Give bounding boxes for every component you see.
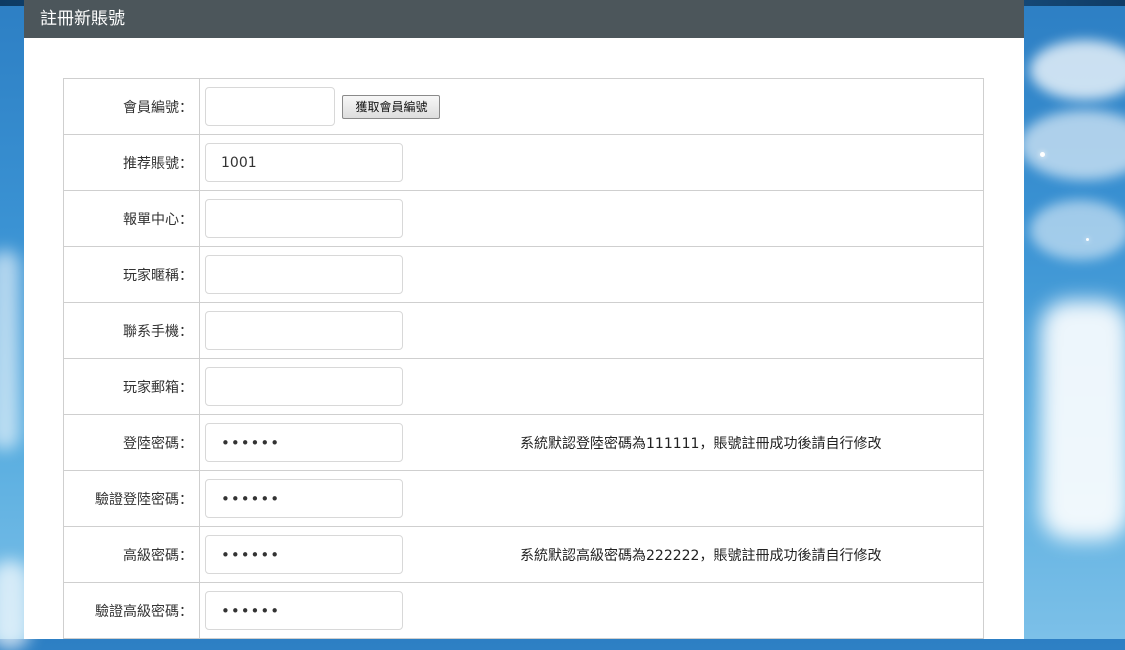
report-center-cell [199, 190, 984, 247]
confirm-advanced-password-label: 驗證高級密碼： [63, 582, 200, 639]
background-cloud [1030, 200, 1125, 260]
background-cloud [0, 250, 20, 450]
login-password-hint: 系統默認登陸密碼為111111，賬號註冊成功後請自行修改 [520, 435, 882, 452]
form-row-referrer: 推荐賬號： [63, 134, 984, 191]
register-panel: 註冊新賬號 會員編號： 獲取會員編號 推荐賬號： 報單中心： 玩家暱稱： [24, 0, 1024, 639]
form-row-report-center: 報單中心： [63, 190, 984, 247]
referrer-label: 推荐賬號： [63, 134, 200, 191]
form-row-login-password: 登陸密碼： 系統默認登陸密碼為111111，賬號註冊成功後請自行修改 [63, 414, 984, 471]
advanced-password-label: 高級密碼： [63, 526, 200, 583]
form-row-email: 玩家郵箱： [63, 358, 984, 415]
member-id-cell: 獲取會員編號 [199, 78, 984, 135]
email-cell [199, 358, 984, 415]
panel-title: 註冊新賬號 [24, 0, 1024, 38]
confirm-login-password-label: 驗證登陸密碼： [63, 470, 200, 527]
email-input[interactable] [205, 367, 403, 406]
member-id-input[interactable] [205, 87, 335, 126]
nickname-label: 玩家暱稱： [63, 246, 200, 303]
advanced-password-hint: 系統默認高級密碼為222222，賬號註冊成功後請自行修改 [520, 547, 882, 564]
nickname-input[interactable] [205, 255, 403, 294]
form-row-advanced-password: 高級密碼： 系統默認高級密碼為222222，賬號註冊成功後請自行修改 [63, 526, 984, 583]
referrer-input[interactable] [205, 143, 403, 182]
background-cloud [1020, 110, 1125, 180]
confirm-advanced-password-input[interactable] [205, 591, 403, 630]
phone-label: 聯系手機： [63, 302, 200, 359]
login-password-input[interactable] [205, 423, 403, 462]
background-cloud [1030, 40, 1125, 100]
confirm-advanced-password-cell [199, 582, 984, 639]
form-row-phone: 聯系手機： [63, 302, 984, 359]
background-sparkle [1086, 238, 1089, 241]
background-cloud [1040, 300, 1125, 540]
advanced-password-cell: 系統默認高級密碼為222222，賬號註冊成功後請自行修改 [199, 526, 984, 583]
form-row-member-id: 會員編號： 獲取會員編號 [63, 78, 984, 135]
form-row-confirm-advanced-password: 驗證高級密碼： [63, 582, 984, 639]
phone-input[interactable] [205, 311, 403, 350]
form-row-confirm-login-password: 驗證登陸密碼： [63, 470, 984, 527]
report-center-input[interactable] [205, 199, 403, 238]
report-center-label: 報單中心： [63, 190, 200, 247]
phone-cell [199, 302, 984, 359]
get-member-id-button[interactable]: 獲取會員編號 [342, 94, 441, 119]
background-sparkle [1040, 152, 1045, 157]
advanced-password-input[interactable] [205, 535, 403, 574]
nickname-cell [199, 246, 984, 303]
confirm-login-password-input[interactable] [205, 479, 403, 518]
register-form-table: 會員編號： 獲取會員編號 推荐賬號： 報單中心： 玩家暱稱： 聯系手機： [63, 78, 984, 639]
login-password-label: 登陸密碼： [63, 414, 200, 471]
email-label: 玩家郵箱： [63, 358, 200, 415]
member-id-label: 會員編號： [63, 78, 200, 135]
form-row-nickname: 玩家暱稱： [63, 246, 984, 303]
referrer-cell [199, 134, 984, 191]
login-password-cell: 系統默認登陸密碼為111111，賬號註冊成功後請自行修改 [199, 414, 984, 471]
confirm-login-password-cell [199, 470, 984, 527]
